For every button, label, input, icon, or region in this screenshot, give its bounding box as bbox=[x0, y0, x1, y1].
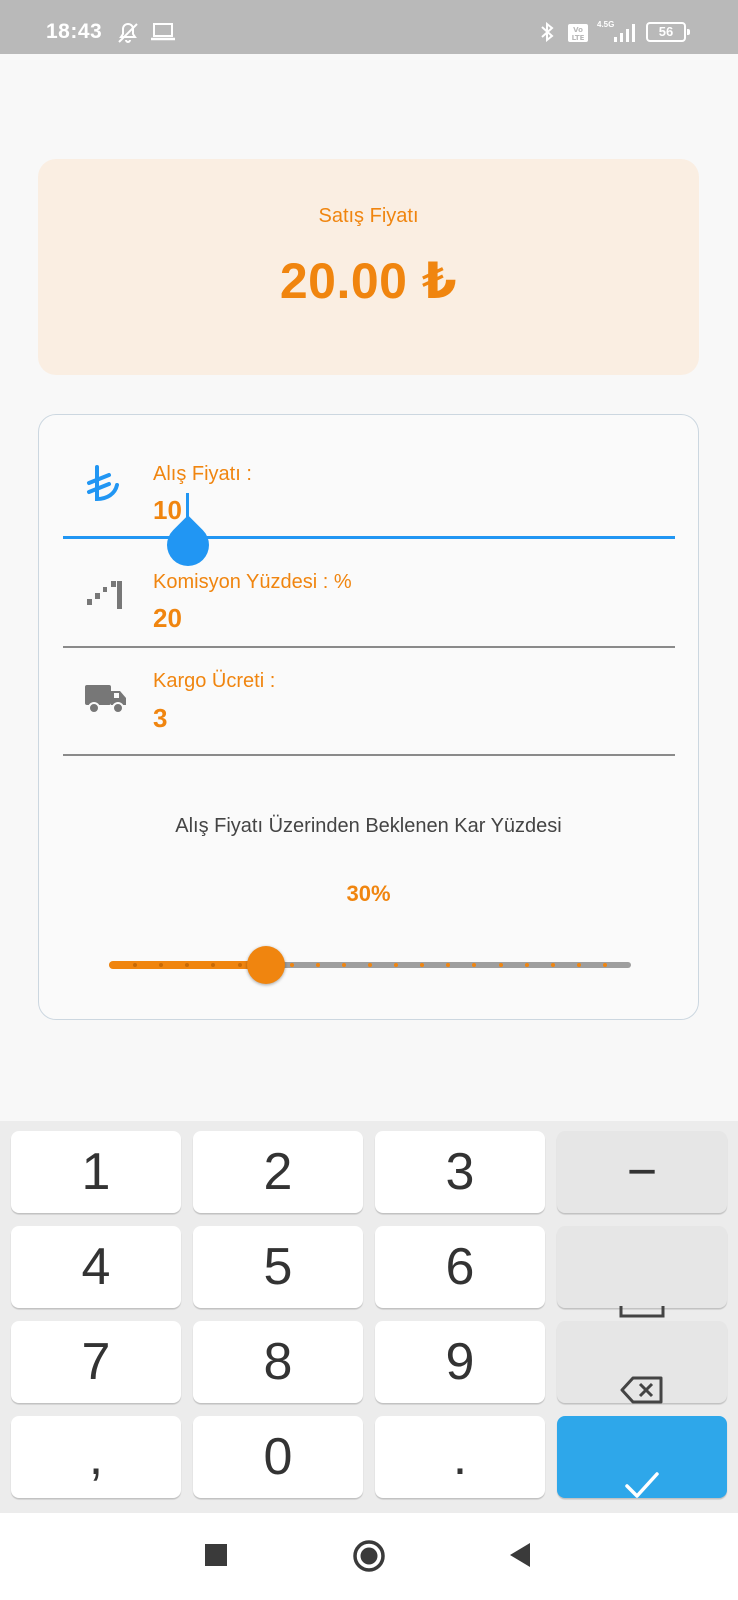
slider-tick bbox=[316, 963, 320, 967]
purchase-price-underline bbox=[63, 536, 675, 539]
profit-percentage-title: Alış Fiyatı Üzerinden Beklenen Kar Yüzde… bbox=[175, 815, 562, 837]
status-time: 18:43 bbox=[46, 20, 103, 43]
slider-tick bbox=[446, 963, 450, 967]
slider-tick bbox=[342, 963, 346, 967]
key-3[interactable]: 3 bbox=[375, 1131, 545, 1213]
sale-price-label: Satış Fiyatı bbox=[318, 205, 419, 227]
numeric-keyboard: 1 2 3 − 4 5 6 7 8 9 , 0 . bbox=[0, 1121, 738, 1513]
back-button[interactable] bbox=[508, 1542, 532, 1573]
purchase-price-label: Alış Fiyatı : bbox=[153, 463, 252, 485]
key-7[interactable]: 7 bbox=[11, 1321, 181, 1403]
key-done[interactable] bbox=[557, 1416, 727, 1498]
shipping-input[interactable]: 3 bbox=[153, 703, 167, 734]
commission-field[interactable]: Komisyon Yüzdesi : % 20 bbox=[63, 555, 675, 655]
key-5[interactable]: 5 bbox=[193, 1226, 363, 1308]
svg-text:LTE: LTE bbox=[572, 34, 585, 42]
purchase-price-field[interactable]: Alış Fiyatı : 10 bbox=[63, 445, 675, 575]
svg-text:Vo: Vo bbox=[573, 26, 583, 34]
sale-price-value: 20.00 ₺ bbox=[279, 253, 458, 309]
key-4[interactable]: 4 bbox=[11, 1226, 181, 1308]
home-button[interactable] bbox=[352, 1539, 386, 1578]
slider-tick bbox=[368, 963, 372, 967]
shipping-field[interactable]: Kargo Ücreti : 3 bbox=[63, 665, 675, 765]
slider-tick bbox=[603, 963, 607, 967]
slider-tick bbox=[472, 963, 476, 967]
shipping-underline bbox=[63, 754, 675, 756]
key-minus[interactable]: − bbox=[557, 1131, 727, 1213]
calculator-form-card: Alış Fiyatı : 10 Komisyon Yüzdesi : % 20… bbox=[38, 414, 699, 1020]
key-period[interactable]: . bbox=[375, 1416, 545, 1498]
slider-tick bbox=[185, 963, 189, 967]
slider-thumb[interactable] bbox=[247, 946, 285, 984]
bluetooth-icon bbox=[540, 21, 554, 47]
lira-icon bbox=[83, 463, 123, 516]
key-comma[interactable]: , bbox=[11, 1416, 181, 1498]
commission-input[interactable]: 20 bbox=[153, 603, 182, 634]
slider-tick bbox=[394, 963, 398, 967]
key-9[interactable]: 9 bbox=[375, 1321, 545, 1403]
commission-label: Komisyon Yüzdesi : % bbox=[153, 571, 352, 593]
slider-tick bbox=[133, 963, 137, 967]
recents-button[interactable] bbox=[204, 1543, 228, 1572]
slider-tick bbox=[551, 963, 555, 967]
purchase-price-input[interactable]: 10 bbox=[153, 495, 182, 526]
key-space[interactable] bbox=[557, 1226, 727, 1318]
commission-underline bbox=[63, 646, 675, 648]
percentage-icon bbox=[83, 577, 127, 622]
slider-tick bbox=[290, 963, 294, 967]
profit-percentage-value: 30% bbox=[346, 881, 391, 906]
profit-slider[interactable] bbox=[109, 945, 631, 985]
signal-icon bbox=[612, 23, 638, 48]
sale-price-card: Satış Fiyatı 20.00 ₺ bbox=[38, 159, 699, 375]
volte-icon: Vo LTE bbox=[567, 23, 589, 48]
slider-tick bbox=[499, 963, 503, 967]
key-1[interactable]: 1 bbox=[11, 1131, 181, 1213]
slider-tick bbox=[238, 963, 242, 967]
key-2[interactable]: 2 bbox=[193, 1131, 363, 1213]
status-bar: 18:43 Vo LTE 4.5G 56 bbox=[0, 0, 738, 54]
checkmark-icon bbox=[623, 1442, 661, 1524]
slider-tick bbox=[211, 963, 215, 967]
truck-icon bbox=[83, 681, 129, 722]
slider-tick bbox=[577, 963, 581, 967]
key-backspace[interactable] bbox=[557, 1321, 727, 1404]
slider-tick bbox=[420, 963, 424, 967]
slider-tick bbox=[159, 963, 163, 967]
key-8[interactable]: 8 bbox=[193, 1321, 363, 1403]
battery-indicator: 56 bbox=[646, 22, 690, 42]
notifications-off-icon bbox=[116, 21, 140, 50]
shipping-label: Kargo Ücreti : bbox=[153, 670, 276, 692]
key-6[interactable]: 6 bbox=[375, 1226, 545, 1308]
laptop-icon bbox=[150, 21, 176, 48]
slider-tick bbox=[525, 963, 529, 967]
navigation-bar bbox=[0, 1513, 738, 1600]
key-0[interactable]: 0 bbox=[193, 1416, 363, 1498]
